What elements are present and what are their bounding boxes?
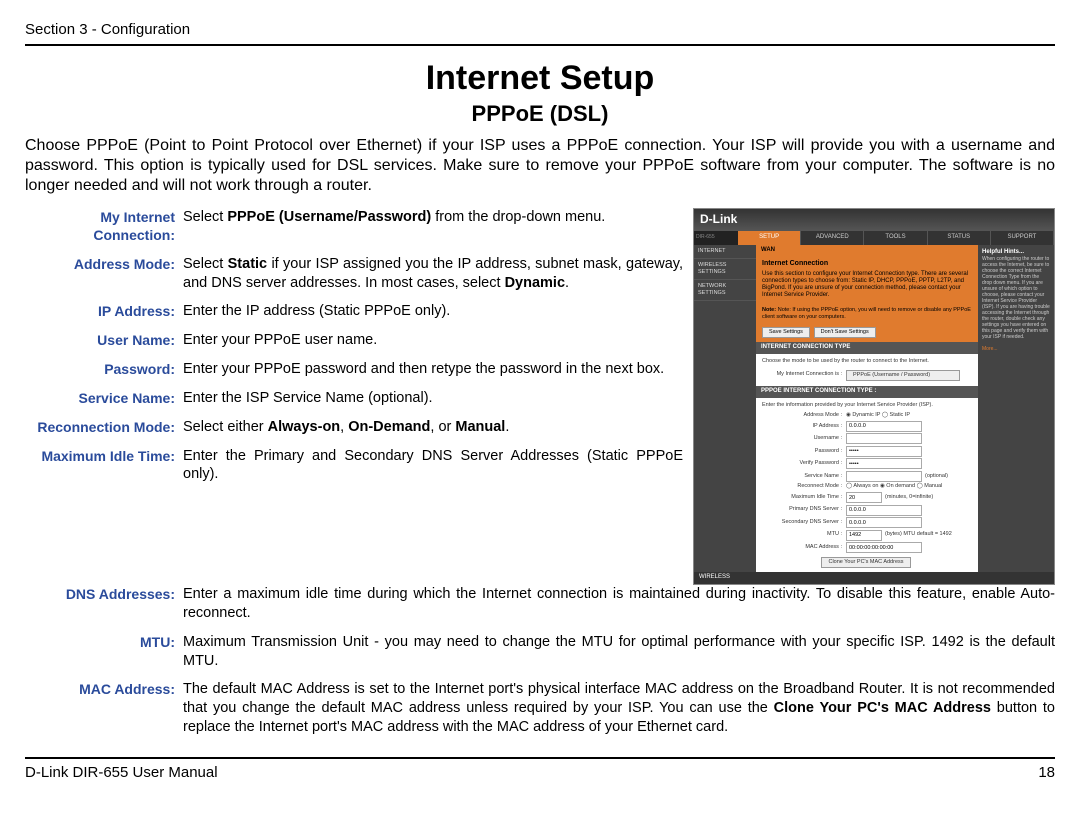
help-text: When configuring the router to access th… [982,256,1050,340]
dont-save-button[interactable]: Don't Save Settings [814,327,876,338]
definition-text: Enter the Primary and Secondary DNS Serv… [183,447,683,485]
definition-text: Enter a maximum idle time during which t… [183,585,1055,623]
mac-input[interactable] [846,542,922,553]
help-more-link[interactable]: More... [982,346,998,352]
tab-tools[interactable]: TOOLS [864,231,927,245]
definition-label: IP Address: [25,302,183,321]
user-input[interactable] [846,433,922,444]
definition-text: Enter your PPPoE password and then retyp… [183,360,683,379]
ict-text: Choose the mode to be used by the router… [762,358,972,365]
page-subtitle: PPPoE (DSL) [25,100,1055,129]
ic-note: Note: If using the PPPoE option, you wil… [762,307,971,320]
definition-text: Select either Always-on, On-Demand, or M… [183,418,683,437]
save-button[interactable]: Save Settings [762,327,810,338]
definition-label: Maximum Idle Time: [25,447,183,485]
tab-support[interactable]: SUPPORT [991,231,1054,245]
definition-label: Reconnection Mode: [25,418,183,437]
definition-row: DNS Addresses:Enter a maximum idle time … [25,585,1055,623]
sname-input[interactable] [846,471,922,482]
tab-advanced[interactable]: ADVANCED [801,231,864,245]
ict-label: My Internet Connection is : [762,371,846,378]
ict-bar: INTERNET CONNECTION TYPE [756,342,978,354]
connection-select[interactable]: PPPoE (Username / Password) [846,370,960,381]
definition-label: Password: [25,360,183,379]
page-title: Internet Setup [25,56,1055,100]
footer-left: D-Link DIR-655 User Manual [25,763,218,783]
definition-row: Password:Enter your PPPoE password and t… [25,360,683,379]
page-footer: D-Link DIR-655 User Manual 18 [25,757,1055,783]
vpass-input[interactable] [846,458,922,469]
definition-text: Enter the ISP Service Name (optional). [183,389,683,408]
brand-logo: D-Link [694,209,1054,231]
ss-footer: WIRELESS [694,572,1054,584]
definition-row: Reconnection Mode:Select either Always-o… [25,418,683,437]
ic-text: Use this section to configure your Inter… [762,271,968,299]
router-screenshot: D-Link DIR-655 SETUP ADVANCED TOOLS STAT… [693,208,1055,585]
definition-row: MTU:Maximum Transmission Unit - you may … [25,633,1055,671]
sdns-input[interactable] [846,517,922,528]
definition-label: MTU: [25,633,183,671]
help-title: Helpful Hints... [982,249,1024,255]
ic-title: Internet Connection [762,260,972,268]
sidebar: INTERNET WIRELESS SETTINGS NETWORK SETTI… [694,245,756,573]
pict-text: Enter the information provided by your I… [762,402,972,409]
definition-label: User Name: [25,331,183,350]
definition-text: Select PPPoE (Username/Password) from th… [183,208,683,244]
definition-row: User Name:Enter your PPPoE user name. [25,331,683,350]
pdns-input[interactable] [846,505,922,516]
definition-text: Select Static if your ISP assigned you t… [183,255,683,293]
definition-list-full: DNS Addresses:Enter a maximum idle time … [25,585,1055,737]
clone-mac-button[interactable]: Clone Your PC's MAC Address [821,557,910,568]
nav-tabs: DIR-655 SETUP ADVANCED TOOLS STATUS SUPP… [694,231,1054,245]
address-mode-radio[interactable]: ◉ Dynamic IP ◯ Static IP [846,412,910,419]
sidebar-item-network[interactable]: NETWORK SETTINGS [694,280,756,301]
definition-text: Maximum Transmission Unit - you may need… [183,633,1055,671]
idle-input[interactable] [846,492,882,503]
definition-label: DNS Addresses: [25,585,183,623]
definition-row: Address Mode:Select Static if your ISP a… [25,255,683,293]
definition-list: My Internet Connection:Select PPPoE (Use… [25,208,683,494]
reconnect-radio[interactable]: ◯ Always on ◉ On demand ◯ Manual [846,483,942,490]
mtu-input[interactable] [846,530,882,541]
page-number: 18 [1038,763,1055,783]
definition-text: Enter your PPPoE user name. [183,331,683,350]
tab-setup[interactable]: SETUP [738,231,801,245]
definition-row: Service Name:Enter the ISP Service Name … [25,389,683,408]
definition-text: Enter the IP address (Static PPPoE only)… [183,302,683,321]
definition-label: My Internet Connection: [25,208,183,244]
definition-row: MAC Address:The default MAC Address is s… [25,680,1055,737]
tab-status[interactable]: STATUS [928,231,991,245]
pass-input[interactable] [846,446,922,457]
pict-bar: PPPOE INTERNET CONNECTION TYPE : [756,386,978,398]
sidebar-item-internet[interactable]: INTERNET [694,245,756,259]
definition-row: Maximum Idle Time:Enter the Primary and … [25,447,683,485]
definition-text: The default MAC Address is set to the In… [183,680,1055,737]
definition-row: My Internet Connection:Select PPPoE (Use… [25,208,683,244]
definition-label: Address Mode: [25,255,183,293]
help-panel: Helpful Hints... When configuring the ro… [978,245,1054,573]
definition-label: MAC Address: [25,680,183,737]
definition-row: IP Address:Enter the IP address (Static … [25,302,683,321]
wan-bar: WAN [756,245,978,257]
intro-paragraph: Choose PPPoE (Point to Point Protocol ov… [25,136,1055,196]
sidebar-item-wireless[interactable]: WIRELESS SETTINGS [694,259,756,280]
page-header: Section 3 - Configuration [25,20,1055,46]
definition-label: Service Name: [25,389,183,408]
internet-connection-panel: Internet Connection Use this section to … [756,256,978,341]
ip-input[interactable] [846,421,922,432]
